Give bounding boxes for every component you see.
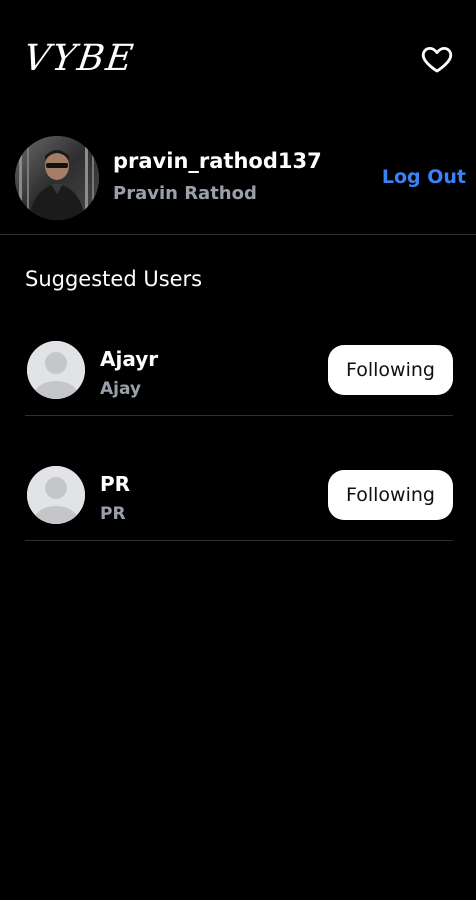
profile-header: pravin_rathod137 Pravin Rathod Log Out [0, 130, 476, 220]
suggested-username[interactable]: Ajayr [100, 347, 158, 371]
app-logo[interactable]: VYBE [21, 38, 137, 79]
default-avatar-icon[interactable] [27, 466, 85, 524]
suggested-users-title: Suggested Users [25, 267, 203, 291]
section-divider [0, 234, 476, 235]
row-divider [25, 415, 453, 416]
suggested-user-row: Ajayr Ajay Following [25, 320, 453, 445]
suggested-user-row: PR PR Following [25, 445, 453, 570]
profile-username[interactable]: pravin_rathod137 [113, 149, 322, 173]
suggested-full-name: Ajay [100, 379, 142, 399]
suggested-username[interactable]: PR [100, 472, 130, 496]
following-button[interactable]: Following [328, 470, 453, 520]
suggested-full-name: PR [100, 504, 126, 524]
row-divider [25, 540, 453, 541]
app-header: VYBE [0, 0, 476, 110]
profile-full-name: Pravin Rathod [113, 183, 257, 204]
heart-icon[interactable] [420, 42, 454, 76]
default-avatar-icon[interactable] [27, 341, 85, 399]
following-button[interactable]: Following [328, 345, 453, 395]
logout-button[interactable]: Log Out [382, 166, 466, 188]
profile-avatar[interactable] [15, 136, 99, 220]
